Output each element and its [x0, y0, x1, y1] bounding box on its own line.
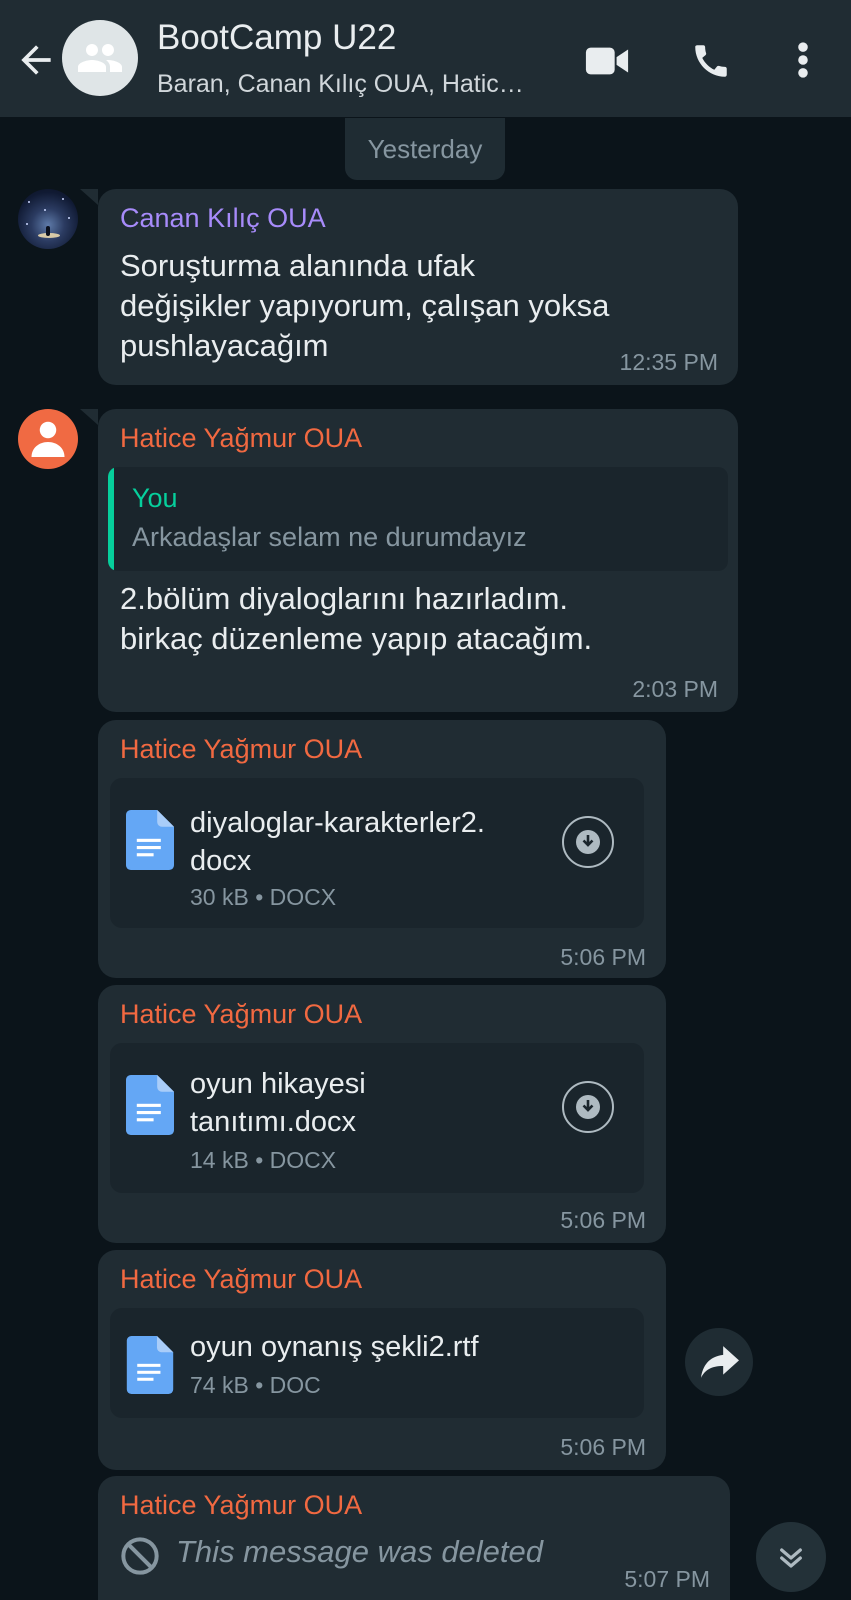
bubble-tail: [80, 189, 98, 205]
sender-avatar[interactable]: [18, 189, 78, 249]
sender-name[interactable]: Hatice Yağmur OUA: [120, 423, 362, 454]
document-attachment[interactable]: oyun oynanış şekli2.rtf 74 kB • DOC: [110, 1308, 644, 1418]
message-time: 5:07 PM: [624, 1566, 710, 1592]
message-bubble[interactable]: Hatice Yağmur OUA oyun hikayesi tanıtımı…: [98, 985, 666, 1243]
document-meta: 14 kB • DOCX: [190, 1147, 337, 1173]
sender-avatar[interactable]: [18, 409, 78, 469]
date-separator: Yesterday: [345, 118, 505, 180]
document-icon: [126, 810, 174, 875]
deleted-message-text: This message was deleted: [176, 1534, 544, 1569]
back-arrow-icon[interactable]: [14, 38, 58, 82]
document-name: oyun oynanış şekli2.rtf: [190, 1331, 479, 1363]
sender-name[interactable]: Canan Kılıç OUA: [120, 203, 326, 234]
document-icon: [126, 1075, 174, 1140]
message-time: 5:06 PM: [560, 944, 646, 970]
document-icon: [126, 1336, 174, 1399]
message-time: 2:03 PM: [632, 676, 718, 702]
phone-icon[interactable]: [690, 40, 732, 87]
quote-author: You: [132, 483, 178, 513]
document-meta: 30 kB • DOCX: [190, 884, 337, 910]
message-text: 2.bölüm diyaloglarını hazırladım. birkaç…: [120, 581, 593, 656]
download-icon[interactable]: [562, 1081, 614, 1133]
bubble-tail: [80, 409, 98, 425]
more-vertical-icon[interactable]: [790, 38, 816, 87]
chat-participants[interactable]: Baran, Canan Kılıç OUA, Hatic…: [157, 70, 552, 99]
sender-name[interactable]: Hatice Yağmur OUA: [120, 999, 362, 1030]
sender-name[interactable]: Hatice Yağmur OUA: [120, 734, 362, 765]
message-text: Soruşturma alanında ufak değişikler yapı…: [120, 248, 610, 363]
group-avatar-icon[interactable]: [62, 20, 138, 96]
message-bubble[interactable]: Hatice Yağmur OUA oyun oynanış şekli2.rt…: [98, 1250, 666, 1470]
document-name: oyun hikayesi tanıtımı.docx: [190, 1068, 366, 1138]
quote-text: Arkadaşlar selam ne durumdayız: [132, 522, 527, 552]
quote-accent-bar: [108, 467, 114, 571]
message-bubble[interactable]: Hatice Yağmur OUA You Arkadaşlar selam n…: [98, 409, 738, 712]
video-call-icon[interactable]: [584, 43, 630, 84]
download-icon[interactable]: [562, 816, 614, 868]
document-attachment[interactable]: diyaloglar-karakterler2. docx 30 kB • DO…: [110, 778, 644, 928]
document-attachment[interactable]: oyun hikayesi tanıtımı.docx 14 kB • DOCX: [110, 1043, 644, 1193]
sender-name[interactable]: Hatice Yağmur OUA: [120, 1490, 362, 1521]
document-name: diyaloglar-karakterler2. docx: [190, 807, 485, 877]
message-bubble[interactable]: Canan Kılıç OUA Soruşturma alanında ufak…: [98, 189, 738, 385]
deleted-icon: [120, 1536, 160, 1581]
scroll-to-bottom-button[interactable]: [756, 1522, 826, 1592]
chat-title[interactable]: BootCamp U22: [157, 18, 396, 58]
sender-name[interactable]: Hatice Yağmur OUA: [120, 1264, 362, 1295]
message-bubble[interactable]: Hatice Yağmur OUA This message was delet…: [98, 1476, 730, 1600]
forward-button[interactable]: [685, 1328, 753, 1396]
message-bubble[interactable]: Hatice Yağmur OUA diyaloglar-karakterler…: [98, 720, 666, 978]
quoted-message[interactable]: You Arkadaşlar selam ne durumdayız: [108, 467, 728, 571]
chat-header: BootCamp U22 Baran, Canan Kılıç OUA, Hat…: [0, 0, 851, 117]
message-time: 12:35 PM: [619, 349, 718, 375]
message-time: 5:06 PM: [560, 1207, 646, 1233]
document-meta: 74 kB • DOC: [190, 1372, 321, 1398]
message-time: 5:06 PM: [560, 1434, 646, 1460]
